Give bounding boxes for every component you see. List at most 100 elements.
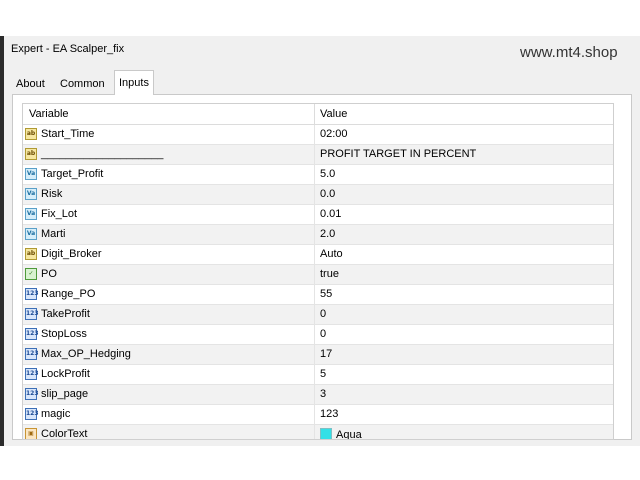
variable-name: Max_OP_Hedging (41, 348, 131, 360)
variable-name: Fix_Lot (41, 208, 78, 220)
variable-value: 0.0 (320, 188, 336, 200)
variable-value-cell[interactable]: 0 (320, 328, 326, 340)
variable-name: StopLoss (41, 328, 87, 340)
int-icon: 123 (25, 388, 39, 400)
tab-common[interactable]: Common (56, 74, 109, 94)
cell-divider (314, 345, 315, 364)
variable-name: Start_Time (41, 128, 95, 140)
int-icon: 123 (25, 288, 39, 300)
table-row[interactable]: ab ____________________ PROFIT TARGET IN P… (23, 145, 613, 165)
cell-divider (314, 285, 315, 304)
variable-value: 3 (320, 388, 327, 400)
variable-value: Aqua (336, 429, 362, 440)
ab-string-icon: ab (25, 148, 37, 160)
va-double-icon: Va (25, 228, 37, 240)
table-row[interactable]: ab Start_Time 02:00 (23, 125, 613, 145)
variable-name: LockProfit (41, 368, 90, 380)
variable-name: slip_page (41, 388, 89, 400)
bool-icon: ✓ (25, 268, 37, 280)
table-row[interactable]: 123 StopLoss 0 (23, 325, 613, 345)
table-row[interactable]: Va Target_Profit 5.0 (23, 165, 613, 185)
cell-divider (314, 385, 315, 404)
va-double-icon: Va (25, 188, 37, 200)
int-icon: 123 (25, 308, 39, 320)
variable-value: 5.0 (320, 168, 336, 180)
table-row[interactable]: 123 TakeProfit 0 (23, 305, 613, 325)
table-row[interactable]: ✓ PO true (23, 265, 613, 285)
variable-name: Marti (41, 228, 66, 240)
variable-value-cell[interactable]: 5 (320, 368, 326, 380)
variable-value: 02:00 (320, 128, 348, 140)
variable-name: magic (41, 408, 71, 420)
variable-value: 0 (320, 328, 327, 340)
table-body: ab Start_Time 02:00 ab ____________________ P… (23, 125, 613, 440)
variable-name: Risk (41, 188, 63, 200)
variable-value-cell[interactable]: 02:00 (320, 128, 348, 140)
top-strip (0, 0, 640, 36)
table-row[interactable]: 123 Range_PO 55 (23, 285, 613, 305)
variable-value: 123 (320, 408, 339, 420)
variable-name: ____________________ (41, 148, 164, 160)
table-row[interactable]: ▣ ColorText Aqua (23, 425, 613, 440)
cell-divider (314, 205, 315, 224)
cell-divider (314, 265, 315, 284)
table-row[interactable]: 123 LockProfit 5 (23, 365, 613, 385)
table-row[interactable]: 123 magic 123 (23, 405, 613, 425)
table-row[interactable]: 123 Max_OP_Hedging 17 (23, 345, 613, 365)
cell-divider (314, 145, 315, 164)
tab-inputs[interactable]: Inputs (114, 70, 154, 95)
inputs-table: Variable Value ab Start_Time 02:00 ab ______… (22, 103, 614, 440)
variable-value-cell[interactable]: 3 (320, 388, 326, 400)
variable-value-cell[interactable]: 5.0 (320, 168, 335, 180)
variable-value: true (320, 268, 339, 280)
cell-divider (314, 185, 315, 204)
variable-value-cell[interactable]: 0 (320, 308, 326, 320)
expert-properties-dialog: Expert - EA Scalper_fix www.mt4.shop Abo… (4, 36, 640, 446)
variable-value-cell[interactable]: Aqua (320, 428, 362, 440)
variable-value-cell[interactable]: PROFIT TARGET IN PERCENT (320, 148, 476, 160)
variable-value-cell[interactable]: 2.0 (320, 228, 335, 240)
variable-name: ColorText (41, 428, 88, 440)
variable-value: 55 (320, 288, 333, 300)
table-row[interactable]: Va Risk 0.0 (23, 185, 613, 205)
cell-divider (314, 425, 315, 439)
variable-value: 0 (320, 308, 327, 320)
table-row[interactable]: Va Marti 2.0 (23, 225, 613, 245)
table-row[interactable]: ab Digit_Broker Auto (23, 245, 613, 265)
variable-value-cell[interactable]: true (320, 268, 339, 280)
variable-value-cell[interactable]: 17 (320, 348, 332, 360)
variable-value-cell[interactable]: 0.0 (320, 188, 335, 200)
variable-value-cell[interactable]: 123 (320, 408, 338, 420)
variable-value: PROFIT TARGET IN PERCENT (320, 148, 477, 160)
variable-value-cell[interactable]: 55 (320, 288, 332, 300)
variable-name: Target_Profit (41, 168, 104, 180)
color-swatch (320, 428, 332, 439)
variable-value-cell[interactable]: 0.01 (320, 208, 341, 220)
color-icon: ▣ (25, 428, 37, 439)
watermark-text: www.mt4.shop (520, 44, 618, 61)
ab-string-icon: ab (25, 128, 37, 140)
cell-divider (314, 305, 315, 324)
table-row[interactable]: Va Fix_Lot 0.01 (23, 205, 613, 225)
cell-divider (314, 125, 315, 144)
variable-value: 0.01 (320, 208, 342, 220)
dialog-title: Expert - EA Scalper_fix (11, 43, 125, 55)
int-icon: 123 (25, 408, 39, 420)
variable-value: 17 (320, 348, 333, 360)
variable-value-cell[interactable]: Auto (320, 248, 343, 260)
variable-value: Auto (320, 248, 343, 260)
tab-about[interactable]: About (12, 74, 49, 94)
variable-value: 2.0 (320, 228, 336, 240)
column-header-value[interactable]: Value (320, 108, 347, 120)
column-header-variable[interactable]: Variable (29, 108, 69, 120)
table-row[interactable]: 123 slip_page 3 (23, 385, 613, 405)
variable-name: Range_PO (41, 288, 96, 300)
cell-divider (314, 245, 315, 264)
variable-name: TakeProfit (41, 308, 90, 320)
cell-divider (314, 365, 315, 384)
column-divider[interactable] (314, 104, 315, 124)
int-icon: 123 (25, 348, 39, 360)
cell-divider (314, 165, 315, 184)
ab-string-icon: ab (25, 248, 37, 260)
variable-value: 5 (320, 368, 327, 380)
